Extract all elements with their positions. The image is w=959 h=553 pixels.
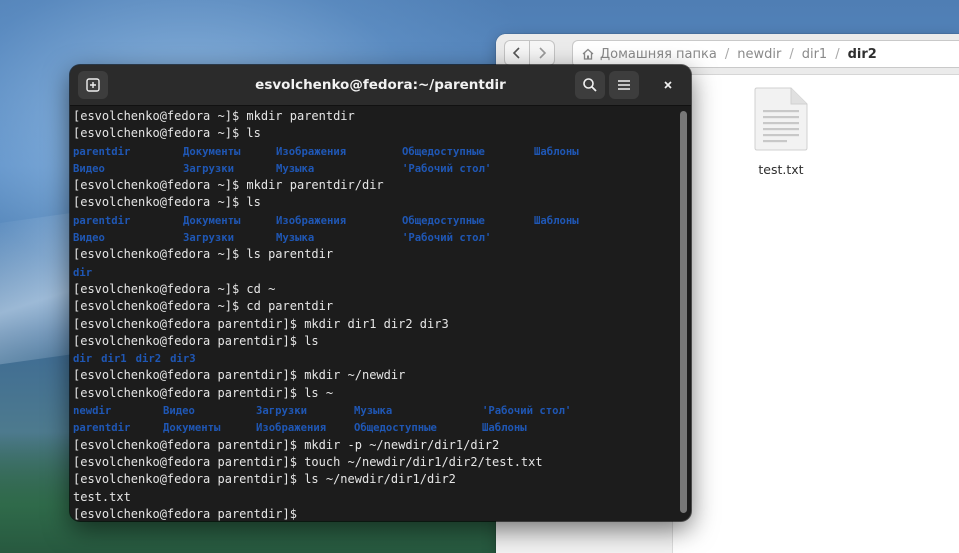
breadcrumb-separator: / [724, 46, 730, 62]
terminal-line: [esvolchenko@fedora parentdir]$ mkdir -p… [73, 437, 500, 452]
directory-entry: 'Рабочий стол' [402, 162, 492, 175]
menu-button[interactable] [609, 71, 639, 99]
terminal-line: [esvolchenko@fedora parentdir]$ ls ~/new… [73, 472, 456, 487]
file-name: test.txt [758, 162, 804, 177]
directory-entry: newdir [73, 405, 112, 418]
directory-entry: Загрузки [256, 405, 308, 418]
directory-entry: Изображения [276, 214, 347, 227]
search-button[interactable] [575, 71, 605, 99]
terminal-output[interactable]: [esvolchenko@fedora ~]$ mkdir parentdir [… [73, 108, 673, 521]
terminal-line: [esvolchenko@fedora ~]$ ls parentdir [73, 247, 334, 262]
breadcrumb-dir1[interactable]: dir1 [802, 47, 827, 62]
chevron-left-icon [512, 47, 520, 59]
terminal-window: esvolchenko@fedora:~/parentdir [esvolche… [70, 65, 691, 521]
terminal-scrollbar[interactable] [680, 111, 687, 513]
terminal-headerbar: esvolchenko@fedora:~/parentdir [70, 65, 691, 106]
directory-entry: Документы [183, 214, 241, 227]
home-icon [582, 48, 594, 60]
file-item[interactable]: test.txt [731, 86, 831, 177]
breadcrumb: Домашняя папка / newdir / dir1 / dir2 [572, 40, 959, 68]
close-button[interactable] [653, 71, 683, 99]
terminal-line: [esvolchenko@fedora ~]$ mkdir parentdir [73, 109, 355, 123]
terminal-line: [esvolchenko@fedora parentdir]$ mkdir ~/… [73, 368, 406, 383]
terminal-line: parentdir Документы Изображения Общедоступн… [73, 212, 673, 229]
hamburger-menu-icon [618, 80, 630, 90]
directory-entry: parentdir [73, 422, 131, 435]
terminal-line: newdir Видео Загрузки Музыка 'Рабочий стол' [73, 402, 673, 419]
directory-entry: 'Рабочий стол' [482, 405, 572, 418]
directory-entry: Шаблоны [534, 214, 579, 227]
chevron-right-icon [539, 47, 547, 59]
terminal-line: [esvolchenko@fedora ~]$ ls [73, 195, 261, 210]
breadcrumb-separator: / [835, 46, 840, 62]
search-icon [583, 78, 597, 92]
navigation-buttons [504, 40, 555, 66]
terminal-line: [esvolchenko@fedora ~]$ cd ~ [73, 281, 276, 296]
directory-entry: dir [73, 266, 93, 279]
breadcrumb-newdir[interactable]: newdir [737, 47, 781, 62]
directory-entry: Изображения [256, 422, 327, 435]
directory-entry: Общедоступные [402, 214, 485, 227]
directory-entry: Загрузки [183, 162, 235, 175]
terminal-line: [esvolchenko@fedora parentdir]$ mkdir di… [73, 316, 449, 331]
directory-entry: Общедоступные [354, 422, 437, 435]
directory-entry: Музыка [276, 162, 315, 175]
directory-entry: dir [73, 353, 93, 366]
directory-entry: Загрузки [183, 232, 235, 245]
directory-entry: dir1 [101, 353, 127, 366]
directory-entry: parentdir [73, 145, 131, 158]
directory-entry: Шаблоны [534, 145, 579, 158]
breadcrumb-separator: / [789, 46, 794, 62]
terminal-line: Видео Загрузки Музыка 'Рабочий стол' [73, 160, 673, 177]
close-icon [664, 81, 672, 89]
terminal-line: dir dir1 dir2 dir3 [73, 350, 673, 367]
terminal-line: test.txt [73, 489, 131, 504]
terminal-line: Видео Загрузки Музыка 'Рабочий стол' [73, 229, 673, 246]
directory-entry: 'Рабочий стол' [402, 232, 492, 245]
terminal-line: [esvolchenko@fedora parentdir]$ touch ~/… [73, 454, 543, 469]
terminal-line: [esvolchenko@fedora ~]$ ls [73, 126, 261, 141]
terminal-line: [esvolchenko@fedora ~]$ mkdir parentdir/… [73, 178, 384, 193]
back-button[interactable] [505, 41, 529, 65]
breadcrumb-home[interactable]: Домашняя папка [600, 47, 717, 62]
terminal-line: [esvolchenko@fedora ~]$ cd parentdir [73, 299, 334, 314]
terminal-line: parentdir Документы Изображения Общедоступн… [73, 419, 673, 436]
breadcrumb-dir2[interactable]: dir2 [848, 47, 877, 62]
directory-entry: parentdir [73, 214, 131, 227]
directory-entry: Видео [163, 405, 195, 418]
directory-entry: Документы [163, 422, 221, 435]
directory-entry: Общедоступные [402, 145, 485, 158]
terminal-line: [esvolchenko@fedora parentdir]$ ls [73, 333, 319, 348]
text-file-icon [754, 87, 808, 151]
directory-entry: dir3 [170, 353, 196, 366]
forward-button[interactable] [529, 41, 554, 65]
directory-entry: Изображения [276, 145, 347, 158]
terminal-line: [esvolchenko@fedora parentdir]$ ls ~ [73, 385, 334, 400]
directory-entry: dir2 [135, 353, 162, 366]
directory-entry: Документы [183, 145, 241, 158]
directory-entry: Шаблоны [482, 422, 527, 435]
directory-entry: Видео [73, 232, 105, 245]
terminal-line: [esvolchenko@fedora parentdir]$ [73, 506, 305, 521]
terminal-line: parentdir Документы Изображения Общедоступн… [73, 143, 673, 160]
directory-entry: Видео [73, 162, 105, 175]
directory-entry: Музыка [354, 405, 393, 418]
terminal-line: dir [73, 264, 673, 281]
directory-entry: Музыка [276, 232, 315, 245]
